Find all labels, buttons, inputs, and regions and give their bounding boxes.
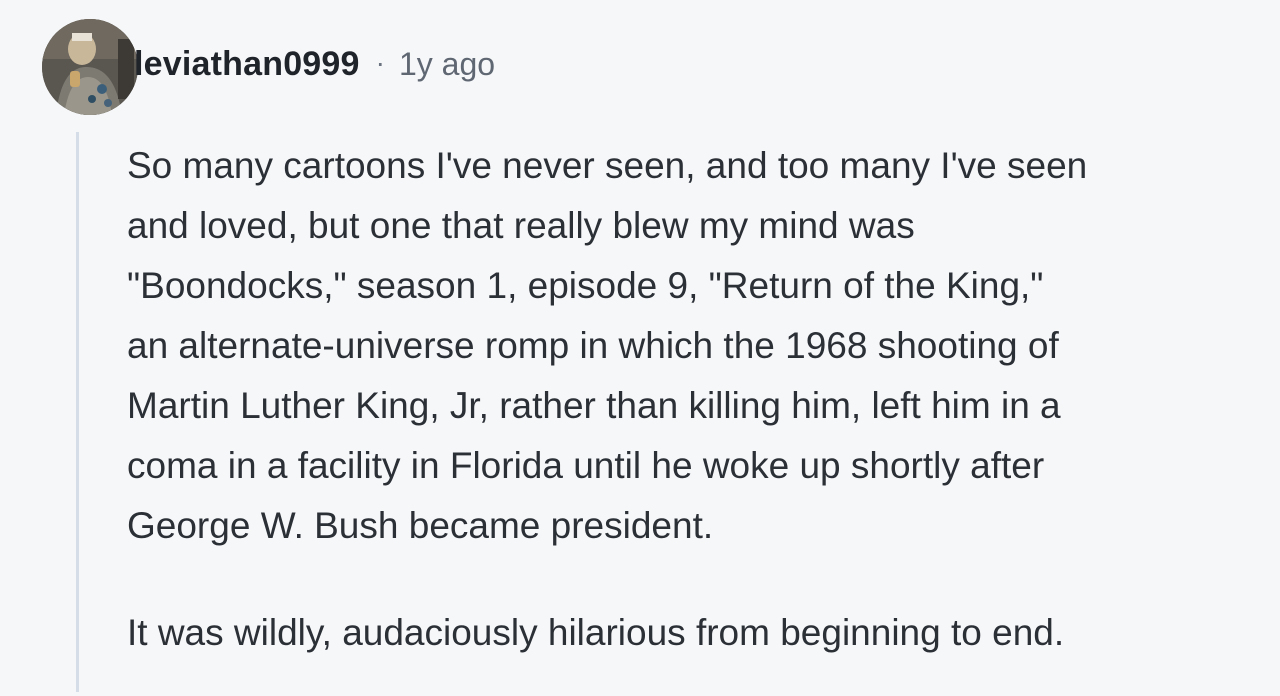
- comment-text-line: George W. Bush became president.: [127, 505, 714, 546]
- comment-text-line: So many cartoons I've never seen, and to…: [127, 145, 1088, 186]
- comment-paragraph-2: It was wildly, audaciously hilarious fro…: [127, 612, 1065, 653]
- comment-text-line: Martin Luther King, Jr, rather than kill…: [127, 385, 1061, 426]
- comment-text-line: coma in a facility in Florida until he w…: [127, 445, 1045, 486]
- username-link[interactable]: leviathan0999: [134, 45, 360, 84]
- user-avatar-photo-icon: [42, 19, 138, 115]
- meta-separator: ·: [375, 47, 385, 78]
- comment-body: So many cartoons I've never seen, and to…: [127, 136, 1267, 663]
- comment-text-line: an alternate-universe romp in which the …: [127, 325, 1059, 366]
- comment-text-line: and loved, but one that really blew my m…: [127, 205, 915, 246]
- timestamp[interactable]: 1y ago: [399, 46, 495, 83]
- comment: leviathan0999 · 1y ago So many cartoons …: [0, 0, 1280, 696]
- comment-header: leviathan0999 · 1y ago: [42, 19, 495, 115]
- comment-text-line: "Boondocks," season 1, episode 9, "Retur…: [127, 265, 1044, 306]
- thread-collapse-line[interactable]: [76, 132, 79, 692]
- avatar[interactable]: [42, 19, 138, 115]
